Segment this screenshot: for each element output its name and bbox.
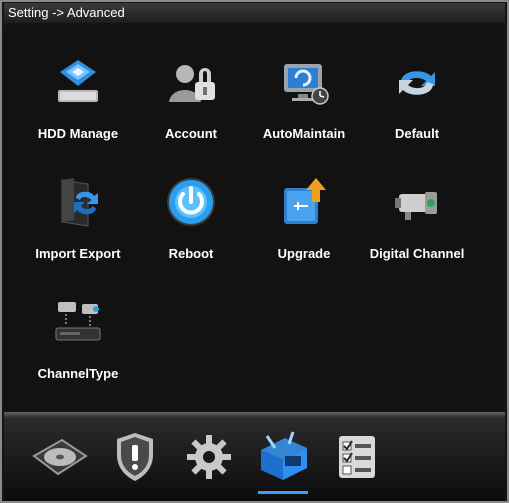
gear-icon (185, 433, 233, 481)
digital-channel-icon (391, 176, 443, 228)
upgrade-icon (278, 176, 330, 228)
advanced-icon (255, 430, 311, 484)
bottom-toolbar (4, 418, 505, 501)
tab-advanced[interactable] (252, 426, 314, 494)
import-export-icon (52, 176, 104, 228)
channel-type-label: ChannelType (37, 366, 119, 381)
account-icon (165, 56, 217, 108)
default-button[interactable]: Default (357, 56, 477, 166)
default-label: Default (394, 126, 440, 141)
reboot-icon (165, 176, 217, 228)
automaintain-button[interactable]: AutoMaintain (244, 56, 364, 166)
tab-info[interactable] (326, 426, 388, 488)
digital-channel-button[interactable]: Digital Channel (357, 176, 477, 286)
automaintain-icon (278, 56, 330, 108)
advanced-settings-window: Setting -> Advanced HDD Manage Account A… (0, 0, 509, 503)
upgrade-label: Upgrade (277, 246, 331, 261)
channel-type-button[interactable]: ChannelType (18, 296, 138, 406)
tab-disk[interactable] (28, 426, 90, 488)
reboot-label: Reboot (168, 246, 214, 261)
advanced-grid: HDD Manage Account AutoMaintain Default … (4, 26, 504, 412)
disk-icon (28, 432, 90, 482)
hdd-manage-button[interactable]: HDD Manage (18, 56, 138, 166)
alarm-shield-icon (113, 431, 157, 483)
hdd-manage-icon (52, 56, 104, 108)
import-export-button[interactable]: Import Export (18, 176, 138, 286)
account-label: Account (165, 126, 217, 141)
hdd-manage-label: HDD Manage (37, 126, 119, 141)
import-export-label: Import Export (35, 246, 121, 261)
channel-type-icon (52, 296, 104, 348)
reboot-button[interactable]: Reboot (131, 176, 251, 286)
upgrade-button[interactable]: Upgrade (244, 176, 364, 286)
default-icon (391, 56, 443, 108)
window-title: Setting -> Advanced (4, 3, 505, 23)
info-checklist-icon (333, 432, 381, 482)
tab-system[interactable] (178, 426, 240, 488)
tab-alarm[interactable] (104, 426, 166, 488)
digital-channel-label: Digital Channel (369, 246, 465, 261)
automaintain-label: AutoMaintain (262, 126, 346, 141)
account-button[interactable]: Account (131, 56, 251, 166)
